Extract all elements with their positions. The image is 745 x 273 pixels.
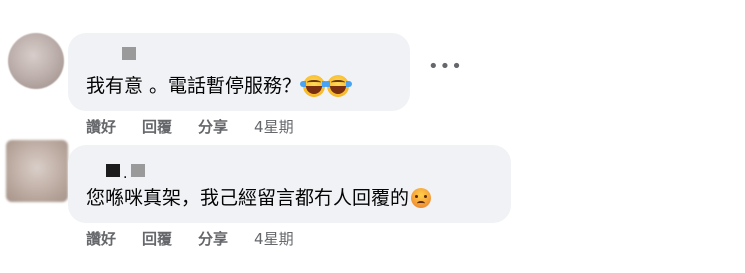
name-separator: . [123, 166, 128, 182]
comment-actions: 讚好 回覆 分享 4星期 [86, 116, 294, 137]
commenter-name[interactable]: . [106, 163, 146, 181]
comment-text-row: 您喺咪真架，我己經留言都冇人回覆的 [86, 185, 432, 211]
comment-text-row: 我有意 。電話暫停服務？ [86, 73, 353, 99]
like-button[interactable]: 讚好 [86, 116, 116, 137]
like-button[interactable]: 讚好 [86, 228, 116, 249]
comment-bubble: 我有意 。電話暫停服務？ [68, 33, 410, 111]
redacted-name-block [131, 163, 146, 177]
laughing-tears-emoji-icon [324, 75, 353, 97]
redacted-name-block [122, 47, 136, 60]
share-button[interactable]: 分享 [198, 228, 228, 249]
reply-button[interactable]: 回覆 [142, 116, 172, 137]
comment-bubble: . 您喺咪真架，我己經留言都冇人回覆的 [68, 145, 511, 223]
redacted-name-block [106, 163, 120, 177]
timestamp[interactable]: 4星期 [254, 116, 294, 137]
comment-text: 您喺咪真架，我己經留言都冇人回覆的 [86, 187, 410, 209]
comment-text: 我有意 。電話暫停服務？ [86, 75, 302, 97]
share-button[interactable]: 分享 [198, 116, 228, 137]
reply-button[interactable]: 回覆 [142, 228, 172, 249]
comment-actions: 讚好 回覆 分享 4星期 [86, 228, 294, 249]
avatar[interactable] [6, 140, 68, 202]
more-options-icon[interactable]: ••• [428, 58, 463, 76]
laughing-tears-emoji-icon [300, 75, 329, 97]
commenter-name[interactable] [122, 47, 136, 60]
angry-emoji-icon [411, 188, 432, 208]
timestamp[interactable]: 4星期 [254, 228, 294, 249]
avatar[interactable] [8, 33, 64, 89]
